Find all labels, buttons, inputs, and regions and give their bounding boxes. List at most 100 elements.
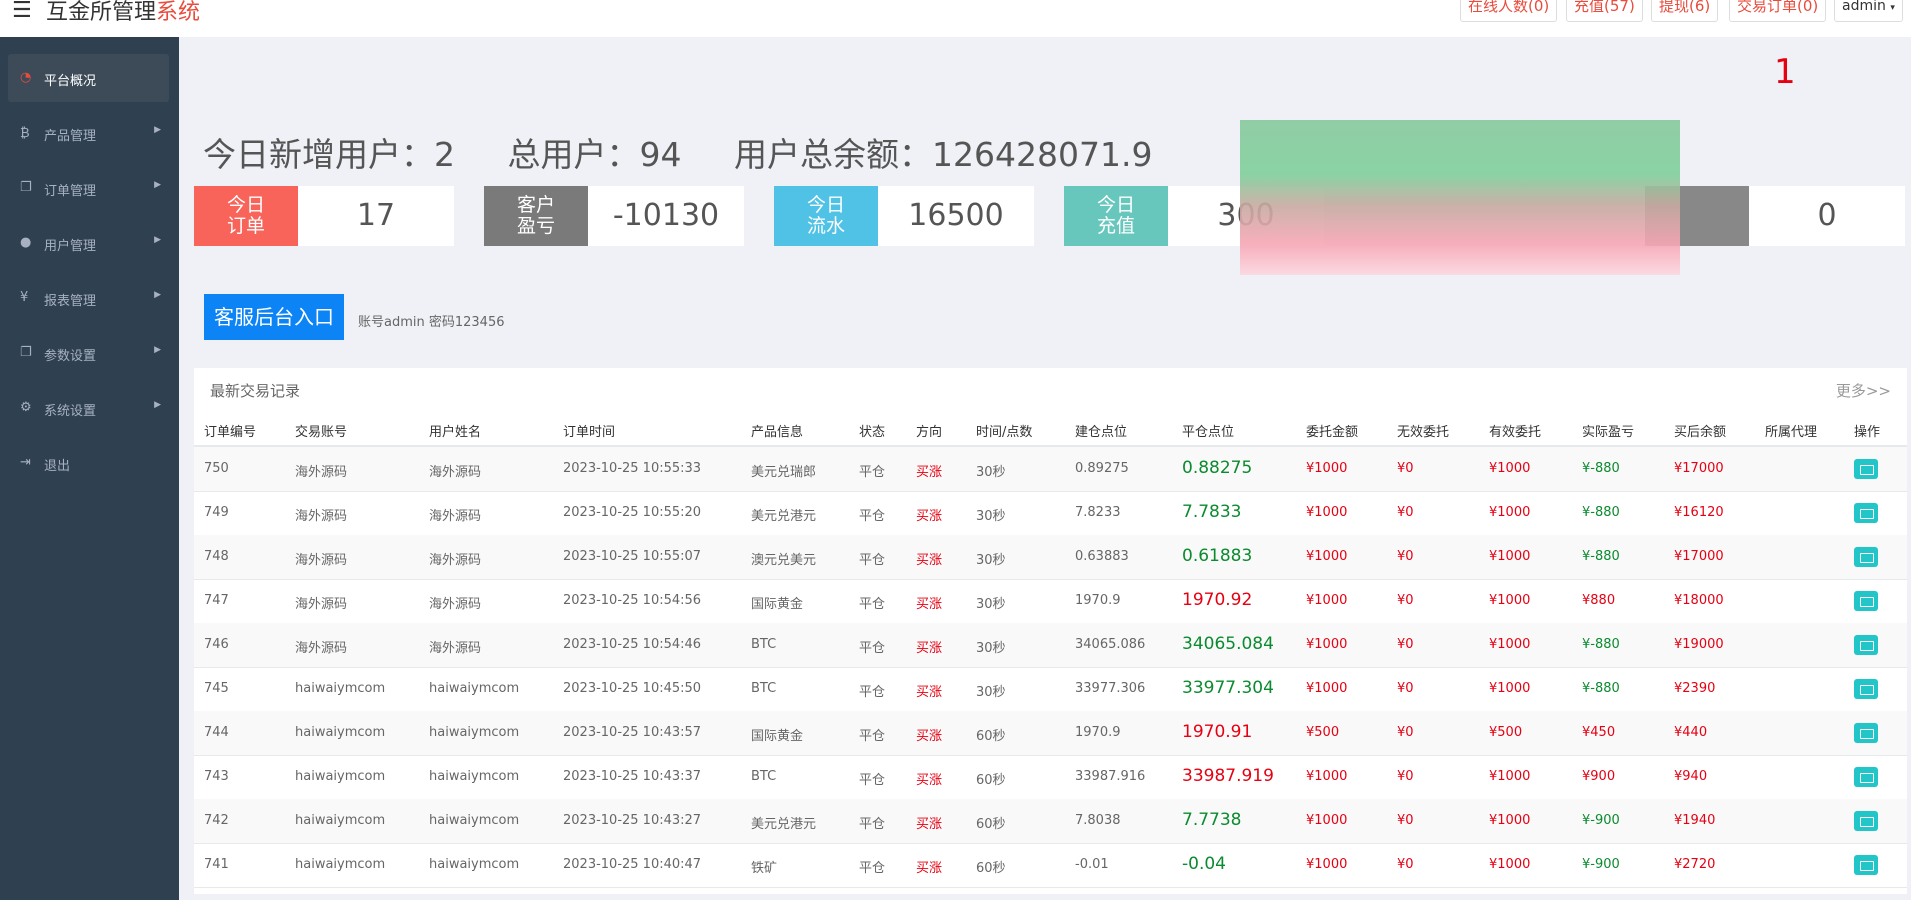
more-link[interactable]: 更多>> [1836,380,1891,401]
column-header: 买后余额 [1674,425,1727,440]
table-row[interactable]: 747 海外源码 海外源码 2023-10-25 10:54:56 国际黄金 平仓 买涨 30… [194,579,1907,624]
cell-invalid: ¥0 [1397,769,1414,784]
cell-pnl: ¥-880 [1582,505,1620,520]
caret-right-icon: ▶ [154,345,161,355]
cell-close: -0.04 [1182,854,1226,874]
table-row[interactable]: 744 haiwaiymcom haiwaiymcom 2023-10-25 10:4… [194,711,1907,756]
cell-account: haiwaiymcom [295,769,386,784]
cell-account: haiwaiymcom [295,681,386,696]
cell-status: 平仓 [859,861,886,876]
sidebar-item-products[interactable]: ₿ 产品管理 ▶ [8,109,169,157]
caret-right-icon: ▶ [154,235,161,245]
cell-direction: 买涨 [916,465,943,480]
stat-card-value: 17 [356,198,396,233]
redaction-overlay [1240,120,1680,275]
cell-time: 2023-10-25 10:40:47 [563,857,702,872]
view-detail-icon[interactable] [1854,767,1878,787]
table-row[interactable]: 743 haiwaiymcom haiwaiymcom 2023-10-25 10:4… [194,755,1907,800]
cell-product: 澳元兑美元 [751,553,817,568]
column-header: 订单编号 [204,425,257,440]
cell-pnl: ¥-880 [1582,681,1620,696]
sidebar-item-logout[interactable]: ⇥ 退出 [8,439,169,487]
cell-balance: ¥2390 [1674,681,1716,696]
cell-product: 美元兑港元 [751,509,817,524]
column-header: 委托金额 [1306,425,1359,440]
sidebar-item-users[interactable]: ● 用户管理 ▶ [8,219,169,267]
sidebar-item-params[interactable]: ❐ 参数设置 ▶ [8,329,169,377]
cell-close: 1970.91 [1182,722,1253,742]
stat-card-today-flow: 今日 流水 16500 [774,186,1034,246]
cell-period: 30秒 [976,465,1006,480]
sidebar: ◔ 平台概况 ₿ 产品管理 ▶ ❐ 订单管理 ▶ ● 用户管理 ▶ ¥ 报表管理… [0,37,179,900]
view-detail-icon[interactable] [1854,679,1878,699]
menu-toggle-icon[interactable]: ☰ [12,0,32,23]
cell-open: 1970.9 [1075,725,1121,740]
cell-amount: ¥1000 [1306,505,1348,520]
view-detail-icon[interactable] [1854,547,1878,567]
cell-pnl: ¥450 [1582,725,1616,740]
cell-name: haiwaiymcom [429,725,520,740]
cell-account: 海外源码 [295,641,348,656]
table-row[interactable]: 742 haiwaiymcom haiwaiymcom 2023-10-25 10:4… [194,799,1907,844]
sidebar-item-label: 用户管理 [44,239,97,254]
cell-direction: 买涨 [916,861,943,876]
view-detail-icon[interactable] [1854,459,1878,479]
table-row[interactable]: 748 海外源码 海外源码 2023-10-25 10:55:07 澳元兑美元 平仓 买涨 3… [194,535,1907,580]
admin-label: admin [1842,0,1886,14]
view-detail-icon[interactable] [1854,591,1878,611]
sidebar-item-system[interactable]: ⚙ 系统设置 ▶ [8,384,169,432]
cell-period: 60秒 [976,773,1006,788]
view-detail-icon[interactable] [1854,503,1878,523]
cell-pnl: ¥880 [1582,593,1616,608]
cell-account: haiwaiymcom [295,857,386,872]
cell-pnl: ¥900 [1582,769,1616,784]
cell-name: haiwaiymcom [429,769,520,784]
sidebar-item-reports[interactable]: ¥ 报表管理 ▶ [8,274,169,322]
cell-close: 7.7833 [1182,502,1242,522]
sidebar-item-label: 参数设置 [44,349,97,364]
cell-close: 7.7738 [1182,810,1242,830]
sidebar-item-label: 产品管理 [44,129,97,144]
view-detail-icon[interactable] [1854,723,1878,743]
view-detail-icon[interactable] [1854,811,1878,831]
table-row[interactable]: 749 海外源码 海外源码 2023-10-25 10:55:20 美元兑港元 平仓 买涨 3… [194,491,1907,536]
total-balance: 用户总余额：126428071.9 [734,135,1153,174]
customer-service-entry-button[interactable]: 客服后台入口 [204,294,344,340]
caret-right-icon: ▶ [154,125,161,135]
cell-amount: ¥1000 [1306,681,1348,696]
view-detail-icon[interactable] [1854,635,1878,655]
table-row[interactable]: 750 海外源码 海外源码 2023-10-25 10:55:33 美元兑瑞郎 平仓 买涨 3… [194,447,1907,492]
trade-orders-button[interactable]: 交易订单(0) [1729,0,1827,22]
withdraw-button[interactable]: 提现(6) [1651,0,1719,22]
online-users-button[interactable]: 在线人数(0) [1460,0,1558,22]
cell-id: 747 [204,593,229,608]
cell-amount: ¥1000 [1306,593,1348,608]
view-detail-icon[interactable] [1854,855,1878,875]
table-row[interactable]: 746 海外源码 海外源码 2023-10-25 10:54:46 BTC 平仓 买涨 30秒… [194,623,1907,668]
cell-period: 30秒 [976,641,1006,656]
stat-card-extra: 0 [1645,186,1905,246]
recharge-button[interactable]: 充值(57) [1566,0,1643,22]
cell-account: 海外源码 [295,597,348,612]
sidebar-item-orders[interactable]: ❐ 订单管理 ▶ [8,164,169,212]
cell-valid: ¥1000 [1489,681,1531,696]
cell-amount: ¥1000 [1306,857,1348,872]
table-row[interactable]: 745 haiwaiymcom haiwaiymcom 2023-10-25 10:4… [194,667,1907,712]
cell-close: 0.61883 [1182,546,1253,566]
sidebar-item-overview[interactable]: ◔ 平台概况 [8,54,169,102]
cell-time: 2023-10-25 10:43:27 [563,813,702,828]
cell-invalid: ¥0 [1397,593,1414,608]
column-header: 操作 [1854,425,1881,440]
cell-open: 34065.086 [1075,637,1146,652]
cell-direction: 买涨 [916,817,943,832]
stat-card-label: 今日 订单 [194,186,298,246]
cell-pnl: ¥-880 [1582,461,1620,476]
cell-invalid: ¥0 [1397,549,1414,564]
admin-menu[interactable]: admin ▾ [1834,0,1903,22]
cell-balance: ¥17000 [1674,549,1724,564]
stat-card-today-orders: 今日 订单 17 [194,186,454,246]
cell-open: 0.63883 [1075,549,1129,564]
cell-product: 美元兑瑞郎 [751,465,817,480]
table-row[interactable]: 741 haiwaiymcom haiwaiymcom 2023-10-25 10:4… [194,843,1907,888]
cell-id: 744 [204,725,229,740]
